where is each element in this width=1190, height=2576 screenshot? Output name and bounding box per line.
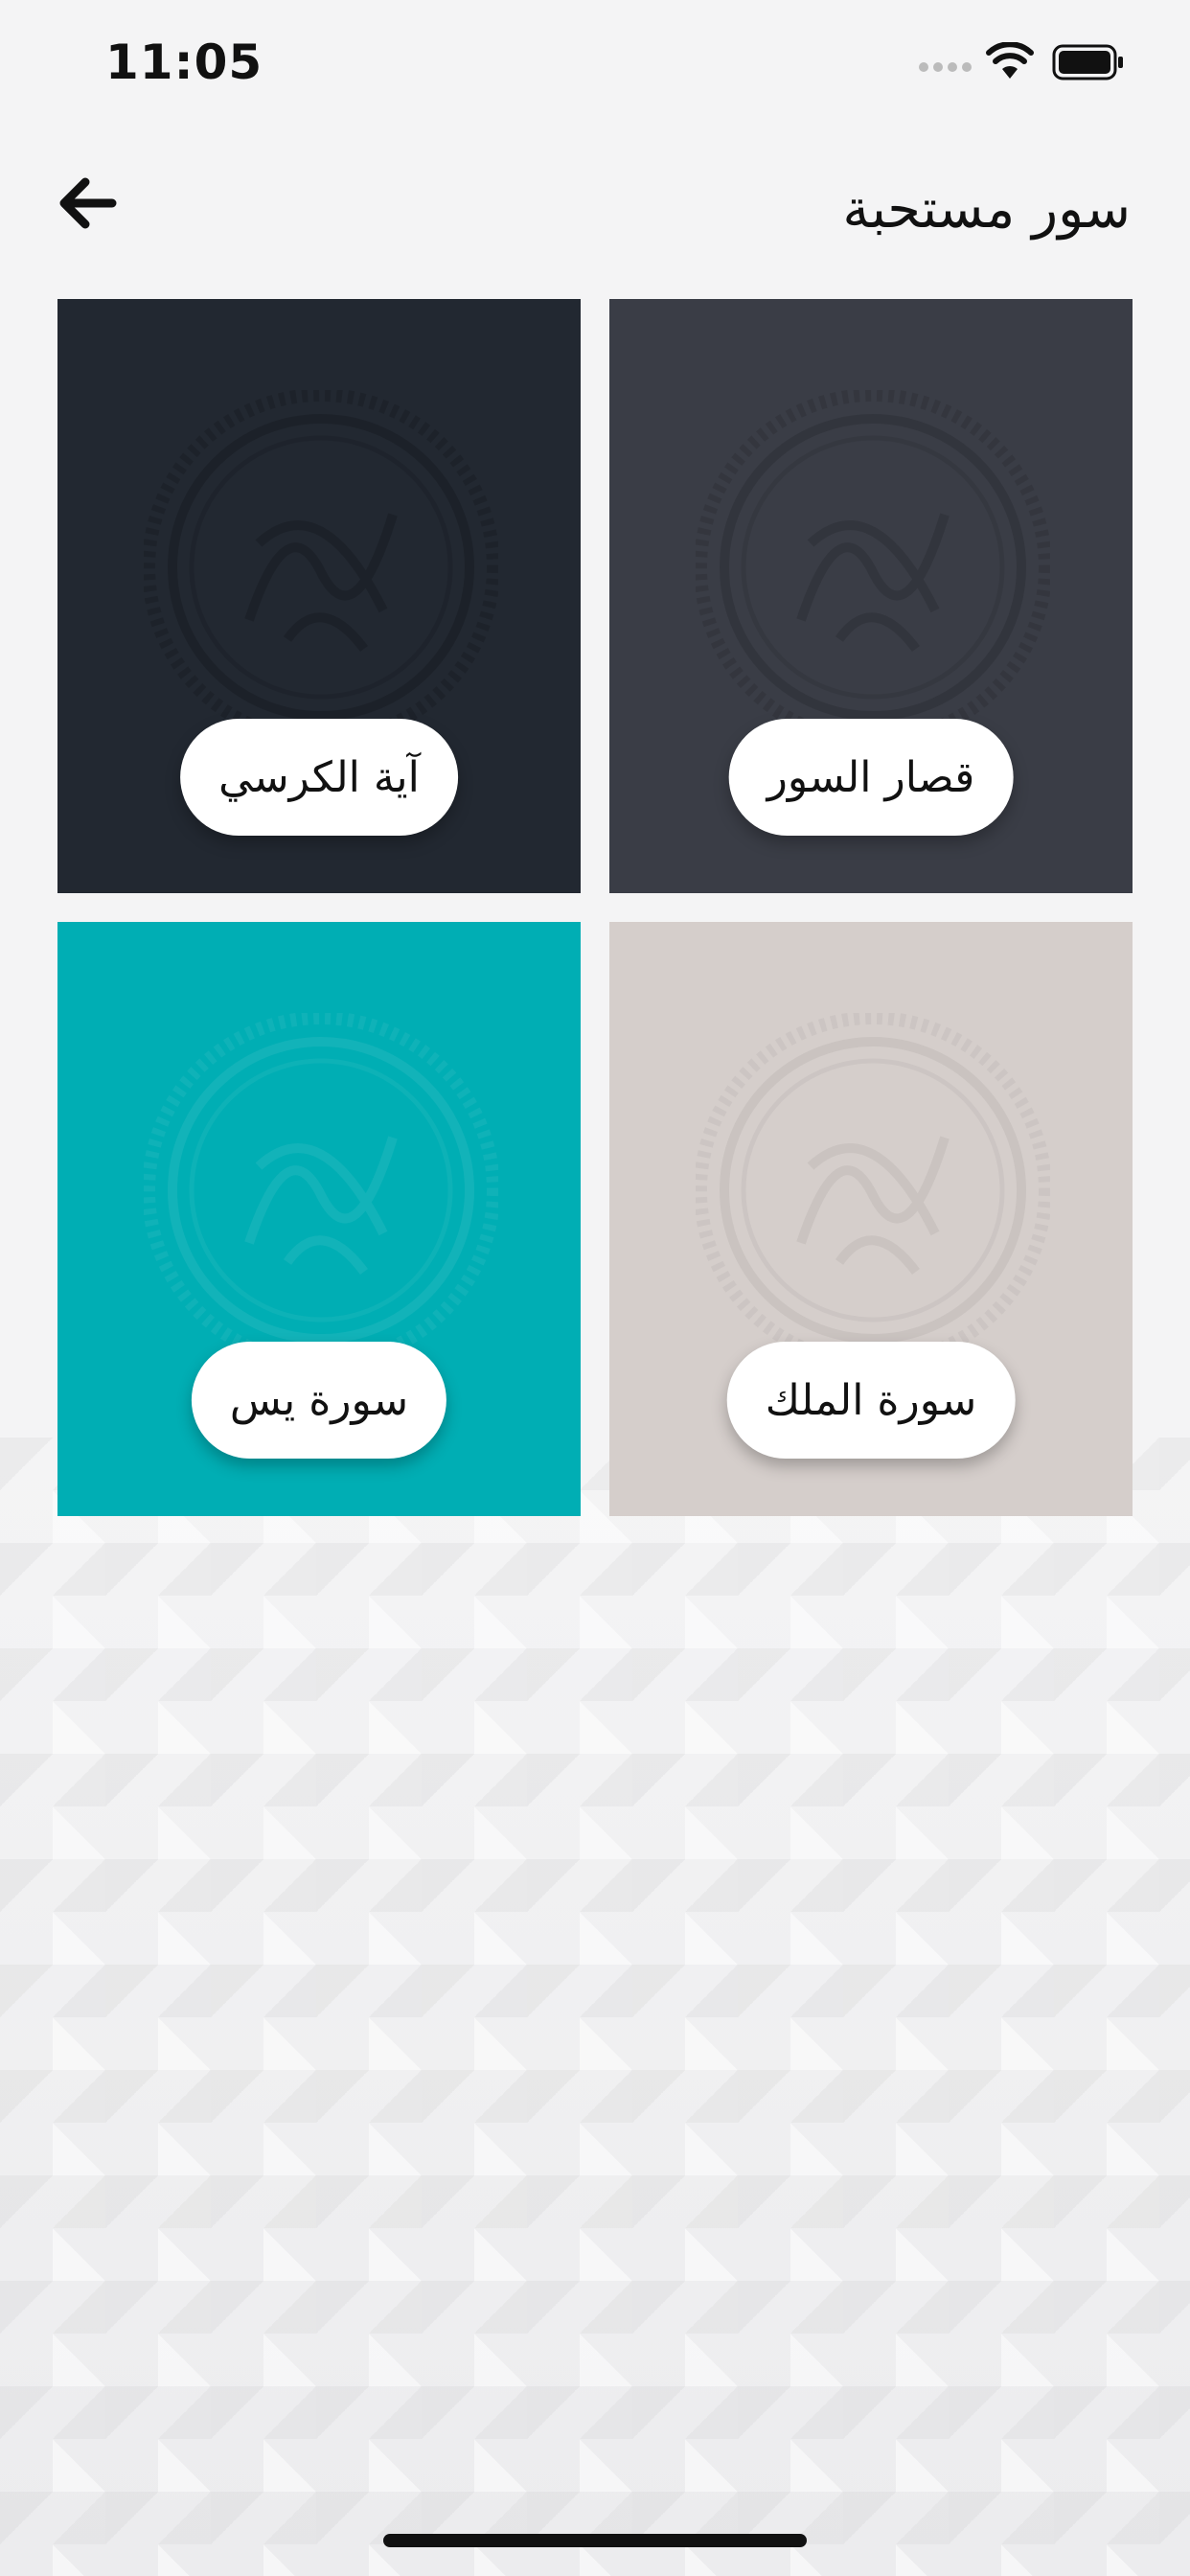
header: سور مستحبة <box>0 134 1190 268</box>
quran-emblem-icon <box>144 1013 498 1368</box>
tile-label: سورة يس <box>191 1342 447 1459</box>
home-indicator[interactable] <box>383 2534 807 2547</box>
page-title: سور مستحبة <box>842 178 1131 241</box>
tile-label: آية الكرسي <box>180 719 458 836</box>
tile-label: سورة الملك <box>726 1342 1016 1459</box>
tile-surah-yasin[interactable]: سورة يس <box>57 922 581 1516</box>
tile-label: قصار السور <box>728 719 1014 836</box>
arrow-left-icon[interactable] <box>53 169 122 238</box>
tile-short-surahs[interactable]: قصار السور <box>609 299 1133 893</box>
battery-icon <box>1052 44 1123 80</box>
background-pattern <box>0 1438 1190 2576</box>
status-bar: 11:05 <box>0 0 1190 134</box>
status-time: 11:05 <box>105 34 263 90</box>
quran-emblem-icon <box>696 1013 1050 1368</box>
quran-emblem-icon <box>144 390 498 745</box>
quran-emblem-icon <box>696 390 1050 745</box>
signal-icon <box>919 62 972 72</box>
tile-surah-al-mulk[interactable]: سورة الملك <box>609 922 1133 1516</box>
wifi-icon <box>986 42 1034 79</box>
tile-ayat-al-kursi[interactable]: آية الكرسي <box>57 299 581 893</box>
